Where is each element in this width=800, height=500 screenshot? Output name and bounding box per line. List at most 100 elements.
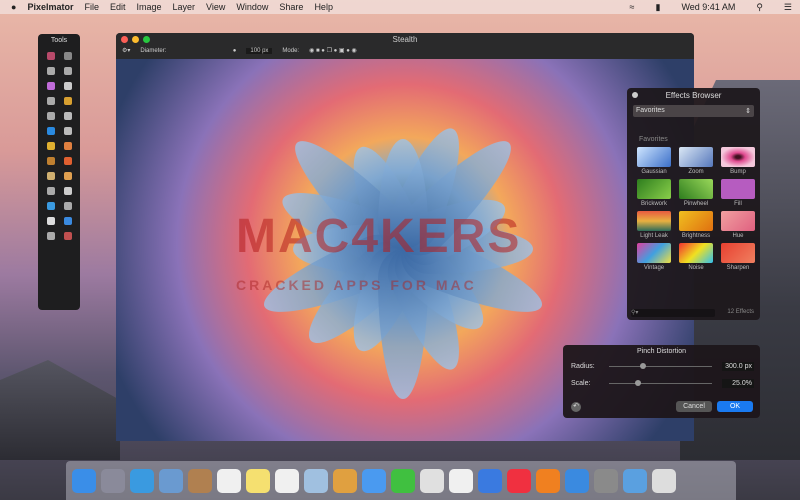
tool-icon[interactable] (63, 52, 72, 60)
reset-icon[interactable]: ↶ (571, 402, 581, 412)
dock-app-icon[interactable] (159, 468, 183, 493)
effect-item[interactable]: Bump (721, 147, 755, 175)
dock-app-icon[interactable] (391, 468, 415, 493)
tool-icon[interactable] (63, 127, 72, 135)
updown-icon: ⇕ (745, 108, 751, 115)
dock-app-icon[interactable] (594, 468, 618, 493)
dock-app-icon[interactable] (72, 468, 96, 493)
tool-icon[interactable] (63, 202, 72, 210)
tools-title: Tools (50, 37, 68, 44)
tool-icon[interactable] (46, 97, 55, 105)
effect-item[interactable]: Fill (721, 179, 755, 207)
cancel-button[interactable]: Cancel (676, 401, 712, 412)
dock-app-icon[interactable] (449, 468, 473, 493)
radius-field[interactable]: 300.0 px (722, 362, 754, 371)
menu-window[interactable]: Window (236, 2, 268, 12)
search-icon[interactable]: ⚲ (756, 2, 763, 13)
dock-app-icon[interactable] (217, 468, 241, 493)
tool-icon[interactable] (46, 202, 55, 210)
dock-app-icon[interactable] (478, 468, 502, 493)
diameter-field[interactable]: 100 px (246, 47, 273, 54)
ok-button[interactable]: OK (717, 401, 753, 412)
tool-icon[interactable] (46, 127, 55, 135)
menu-app[interactable]: Pixelmator (27, 2, 73, 12)
dock-app-icon[interactable] (101, 468, 125, 493)
close-icon[interactable] (632, 92, 638, 98)
tool-icon[interactable] (46, 82, 55, 90)
dock-app-icon[interactable] (420, 468, 444, 493)
tool-icon[interactable] (63, 187, 72, 195)
dock-app-icon[interactable] (507, 468, 531, 493)
effects-search[interactable]: ⚲▾ (631, 309, 715, 317)
scale-field[interactable]: 25.0% (722, 379, 754, 388)
tool-icon[interactable] (63, 82, 72, 90)
menu-image[interactable]: Image (137, 2, 162, 12)
tool-icon[interactable] (63, 112, 72, 120)
tool-icon[interactable] (63, 232, 72, 240)
tool-icon[interactable] (46, 172, 55, 180)
gear-icon[interactable]: ⚙▾ (122, 47, 130, 54)
tool-icon[interactable] (46, 67, 55, 75)
tool-icon[interactable] (46, 52, 55, 60)
effect-thumbnail (637, 147, 671, 167)
tool-icon[interactable] (46, 112, 55, 120)
menu-help[interactable]: Help (314, 2, 333, 12)
effect-item[interactable]: Noise (679, 243, 713, 271)
dock-app-icon[interactable] (304, 468, 328, 493)
tool-icon[interactable] (63, 157, 72, 165)
tool-icon[interactable] (63, 67, 72, 75)
wifi-icon[interactable]: ≈ (630, 2, 635, 13)
effect-item[interactable]: Hue (721, 211, 755, 239)
tool-icon[interactable] (63, 142, 72, 150)
tool-icon[interactable] (46, 187, 55, 195)
dock-app-icon[interactable] (652, 468, 676, 493)
effect-item[interactable]: Pinwheel (679, 179, 713, 207)
dock-app-icon[interactable] (130, 468, 154, 493)
menu-file[interactable]: File (84, 2, 99, 12)
tool-icon[interactable] (46, 217, 55, 225)
effect-thumbnail (721, 211, 755, 231)
dock-app-icon[interactable] (565, 468, 589, 493)
menu-layer[interactable]: Layer (173, 2, 196, 12)
menu-bar: ● Pixelmator File Edit Image Layer View … (0, 0, 800, 14)
dock-app-icon[interactable] (246, 468, 270, 493)
apple-icon[interactable]: ● (11, 2, 16, 12)
battery-icon[interactable]: ▮ (656, 2, 661, 13)
mode-options[interactable]: ◉ ■ ● ❐ ● ▣ ● ◉ (309, 47, 357, 54)
tool-icon[interactable] (63, 97, 72, 105)
diameter-slider[interactable]: ● (176, 48, 237, 54)
tool-icon[interactable] (46, 157, 55, 165)
dock-app-icon[interactable] (362, 468, 386, 493)
radius-slider[interactable] (609, 363, 712, 369)
dock-app-icon[interactable] (188, 468, 212, 493)
dock (66, 461, 736, 500)
effect-item[interactable]: Brightness (679, 211, 713, 239)
tool-icon[interactable] (46, 232, 55, 240)
dock-app-icon[interactable] (623, 468, 647, 493)
pinch-distortion-dialog: Pinch Distortion Radius: 300.0 px Scale:… (563, 345, 760, 418)
effect-item[interactable]: Light Leak (637, 211, 671, 239)
menu-edit[interactable]: Edit (110, 2, 126, 12)
effect-item[interactable]: Gaussian (637, 147, 671, 175)
clock[interactable]: Wed 9:41 AM (681, 2, 735, 13)
scale-slider[interactable] (609, 380, 712, 386)
window-title: Stealth (392, 35, 418, 44)
effect-label: Vintage (643, 265, 665, 271)
menu-share[interactable]: Share (279, 2, 303, 12)
effect-item[interactable]: Vintage (637, 243, 671, 271)
tool-icon[interactable] (63, 172, 72, 180)
tool-icon[interactable] (46, 142, 55, 150)
dock-app-icon[interactable] (275, 468, 299, 493)
tool-icon[interactable] (63, 217, 72, 225)
effect-thumbnail (637, 243, 671, 263)
effect-item[interactable]: Zoom (679, 147, 713, 175)
tools-palette: Tools (38, 34, 80, 310)
category-select[interactable]: Favorites ⇕ (633, 105, 754, 117)
menu-view[interactable]: View (206, 2, 225, 12)
notifications-icon[interactable]: ☰ (784, 2, 792, 13)
effect-item[interactable]: Brickwork (637, 179, 671, 207)
dock-app-icon[interactable] (333, 468, 357, 493)
effect-item[interactable]: Sharpen (721, 243, 755, 271)
dock-app-icon[interactable] (536, 468, 560, 493)
effect-thumbnail (637, 211, 671, 231)
